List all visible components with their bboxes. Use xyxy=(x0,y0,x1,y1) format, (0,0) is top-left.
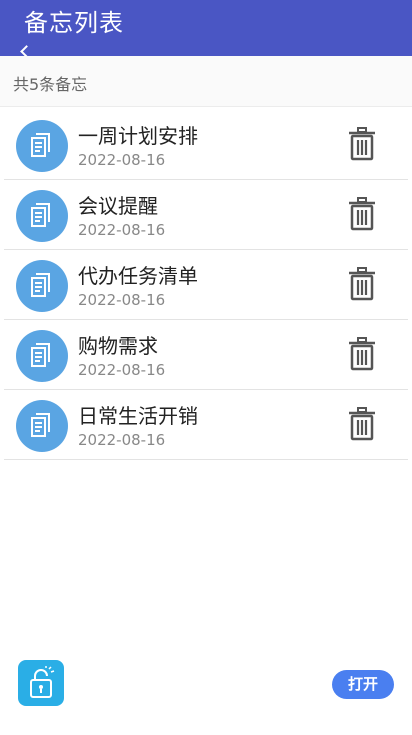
open-button[interactable]: 打开 xyxy=(332,670,394,699)
memo-row[interactable]: 购物需求 2022-08-16 xyxy=(4,320,408,390)
trash-icon xyxy=(349,267,375,301)
memo-row[interactable]: 代办任务清单 2022-08-16 xyxy=(4,250,408,320)
memo-icon xyxy=(16,260,68,312)
memo-row[interactable]: 会议提醒 2022-08-16 xyxy=(4,180,408,250)
memo-row[interactable]: 日常生活开销 2022-08-16 xyxy=(4,390,408,460)
delete-button[interactable] xyxy=(346,266,378,302)
memo-date: 2022-08-16 xyxy=(78,361,166,379)
memo-list: 一周计划安排 2022-08-16 会议提醒 2022-08-16 代办任务清单… xyxy=(0,110,412,460)
memo-title: 代办任务清单 xyxy=(78,264,198,288)
delete-button[interactable] xyxy=(346,196,378,232)
app-bar: 备忘列表 xyxy=(0,0,412,56)
memo-date: 2022-08-16 xyxy=(78,431,166,449)
trash-icon xyxy=(349,197,375,231)
back-arrow-icon[interactable] xyxy=(20,45,33,56)
trash-icon xyxy=(349,407,375,441)
memo-count-bar: 共5条备忘 xyxy=(0,56,412,107)
memo-count-text: 共5条备忘 xyxy=(13,75,88,94)
memo-title: 购物需求 xyxy=(78,334,158,358)
memo-row[interactable]: 一周计划安排 2022-08-16 xyxy=(4,110,408,180)
memo-title: 一周计划安排 xyxy=(78,124,198,148)
lock-button[interactable] xyxy=(18,660,64,706)
memo-icon xyxy=(16,330,68,382)
delete-button[interactable] xyxy=(346,336,378,372)
memo-title: 日常生活开销 xyxy=(78,404,198,428)
memo-icon xyxy=(16,400,68,452)
memo-icon xyxy=(16,120,68,172)
memo-date: 2022-08-16 xyxy=(78,151,166,169)
delete-button[interactable] xyxy=(346,126,378,162)
memo-title: 会议提醒 xyxy=(78,194,158,218)
memo-date: 2022-08-16 xyxy=(78,221,166,239)
page-title: 备忘列表 xyxy=(24,9,124,37)
memo-icon xyxy=(16,190,68,242)
memo-date: 2022-08-16 xyxy=(78,291,166,309)
delete-button[interactable] xyxy=(346,406,378,442)
lock-icon xyxy=(30,666,55,698)
trash-icon xyxy=(349,337,375,371)
trash-icon xyxy=(349,127,375,161)
